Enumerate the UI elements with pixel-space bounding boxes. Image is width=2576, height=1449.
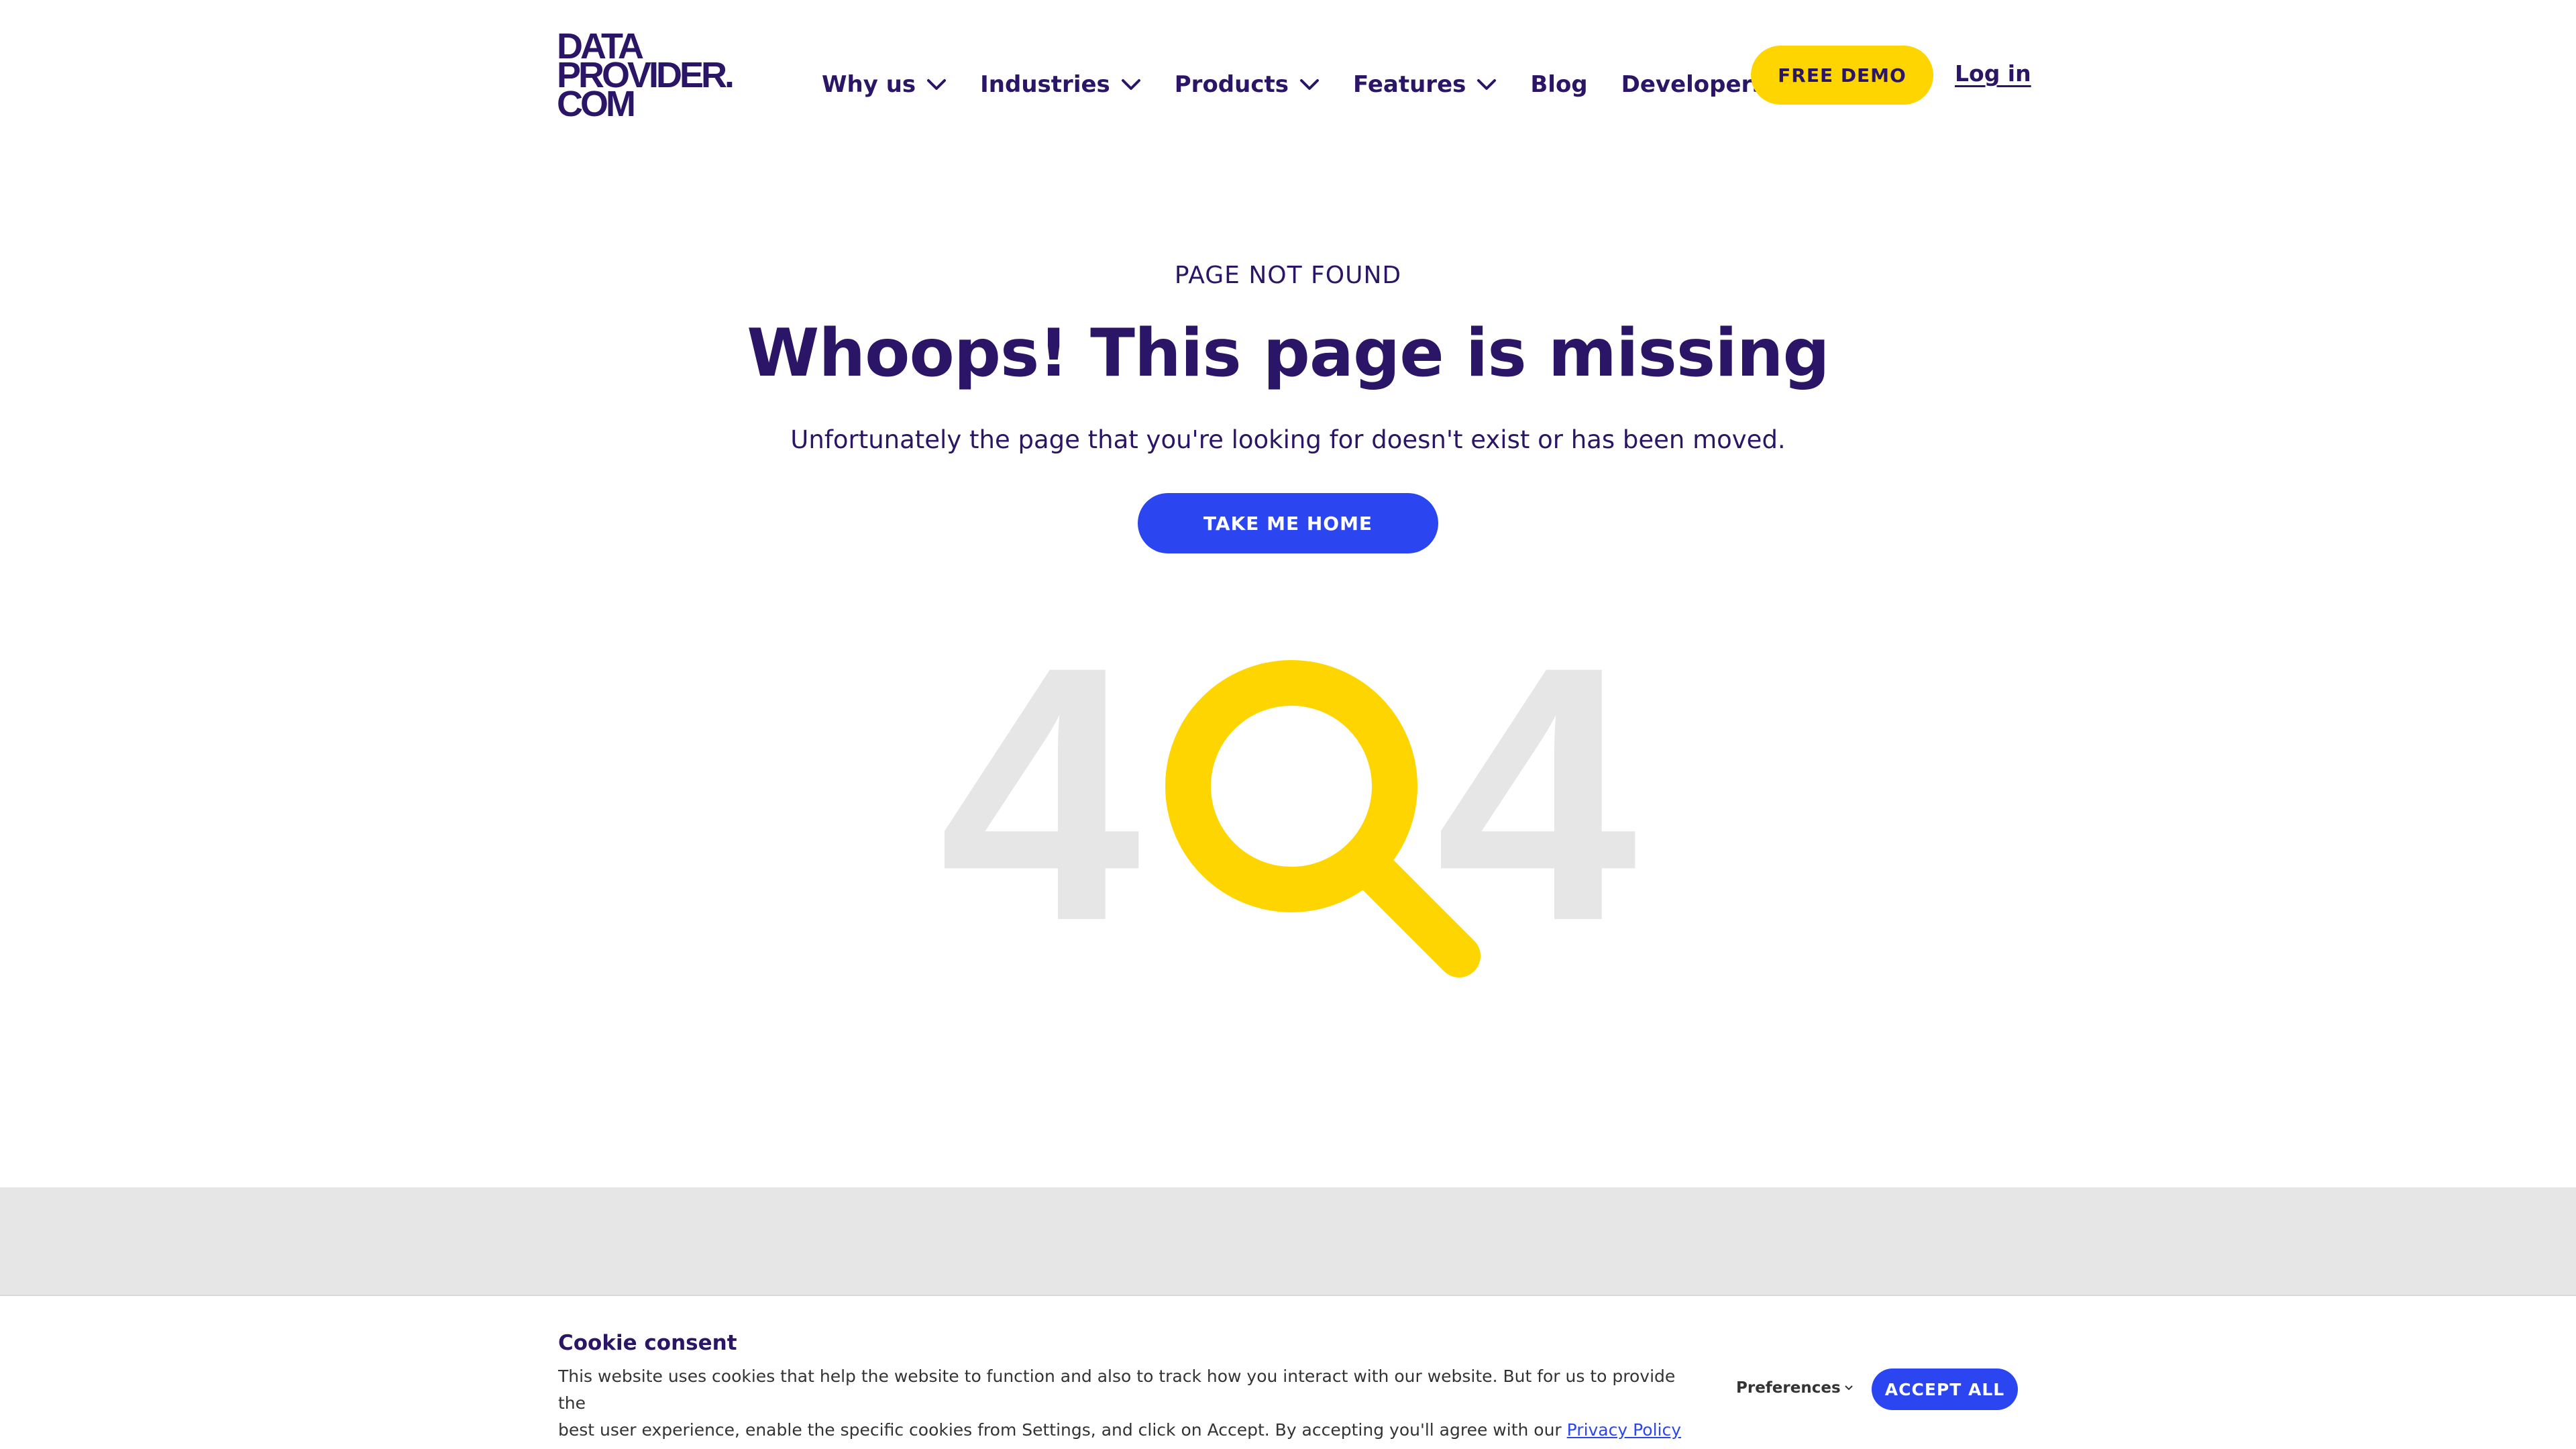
cookie-banner: Cookie consent This website uses cookies… xyxy=(0,1295,2576,1449)
chevron-down-icon xyxy=(1121,79,1140,90)
error-description: Unfortunately the page that you're looki… xyxy=(790,425,1786,454)
accept-all-button[interactable]: ACCEPT ALL xyxy=(1872,1368,2018,1410)
privacy-policy-link[interactable]: Privacy Policy xyxy=(1567,1420,1681,1440)
cookie-text-line-2: best user experience, enable the specifi… xyxy=(558,1420,1562,1440)
chevron-down-icon xyxy=(1844,1385,1853,1391)
nav-label: Products xyxy=(1174,71,1289,98)
login-link[interactable]: Log in xyxy=(1955,60,2031,90)
cookie-title: Cookie consent xyxy=(558,1331,737,1355)
chevron-down-icon xyxy=(1300,79,1319,90)
preferences-button[interactable]: Preferences xyxy=(1736,1379,1853,1397)
preferences-label: Preferences xyxy=(1736,1379,1841,1397)
right-digit-4: 4 xyxy=(1436,631,1640,979)
free-demo-button[interactable]: FREE DEMO xyxy=(1751,46,1933,105)
chevron-down-icon xyxy=(927,79,947,90)
logo[interactable]: DATA PROVIDER. COM xyxy=(557,28,735,122)
page-not-found-label: PAGE NOT FOUND xyxy=(1174,262,1402,289)
main-nav: Why us Industries Products Features Blog… xyxy=(822,67,1831,102)
nav-item-features[interactable]: Features xyxy=(1353,71,1497,98)
take-me-home-button[interactable]: TAKE ME HOME xyxy=(1138,493,1438,553)
404-illustration: 4 4 xyxy=(939,631,1640,979)
nav-item-industries[interactable]: Industries xyxy=(980,71,1141,98)
nav-label: Blog xyxy=(1530,71,1588,98)
page-title: Whoops! This page is missing xyxy=(747,315,1829,392)
nav-item-products[interactable]: Products xyxy=(1175,71,1320,98)
magnifier-icon xyxy=(1165,660,1481,977)
cookie-text: This website uses cookies that help the … xyxy=(558,1363,1685,1444)
nav-label: Why us xyxy=(822,71,916,98)
nav-label: Developers xyxy=(1621,71,1766,98)
cookie-text-line-1: This website uses cookies that help the … xyxy=(558,1366,1676,1413)
nav-label: Industries xyxy=(980,71,1110,98)
chevron-down-icon xyxy=(1477,79,1497,90)
nav-item-why-us[interactable]: Why us xyxy=(822,71,947,98)
nav-label: Features xyxy=(1353,71,1466,98)
left-digit-4: 4 xyxy=(939,631,1143,979)
nav-item-blog[interactable]: Blog xyxy=(1530,71,1587,98)
